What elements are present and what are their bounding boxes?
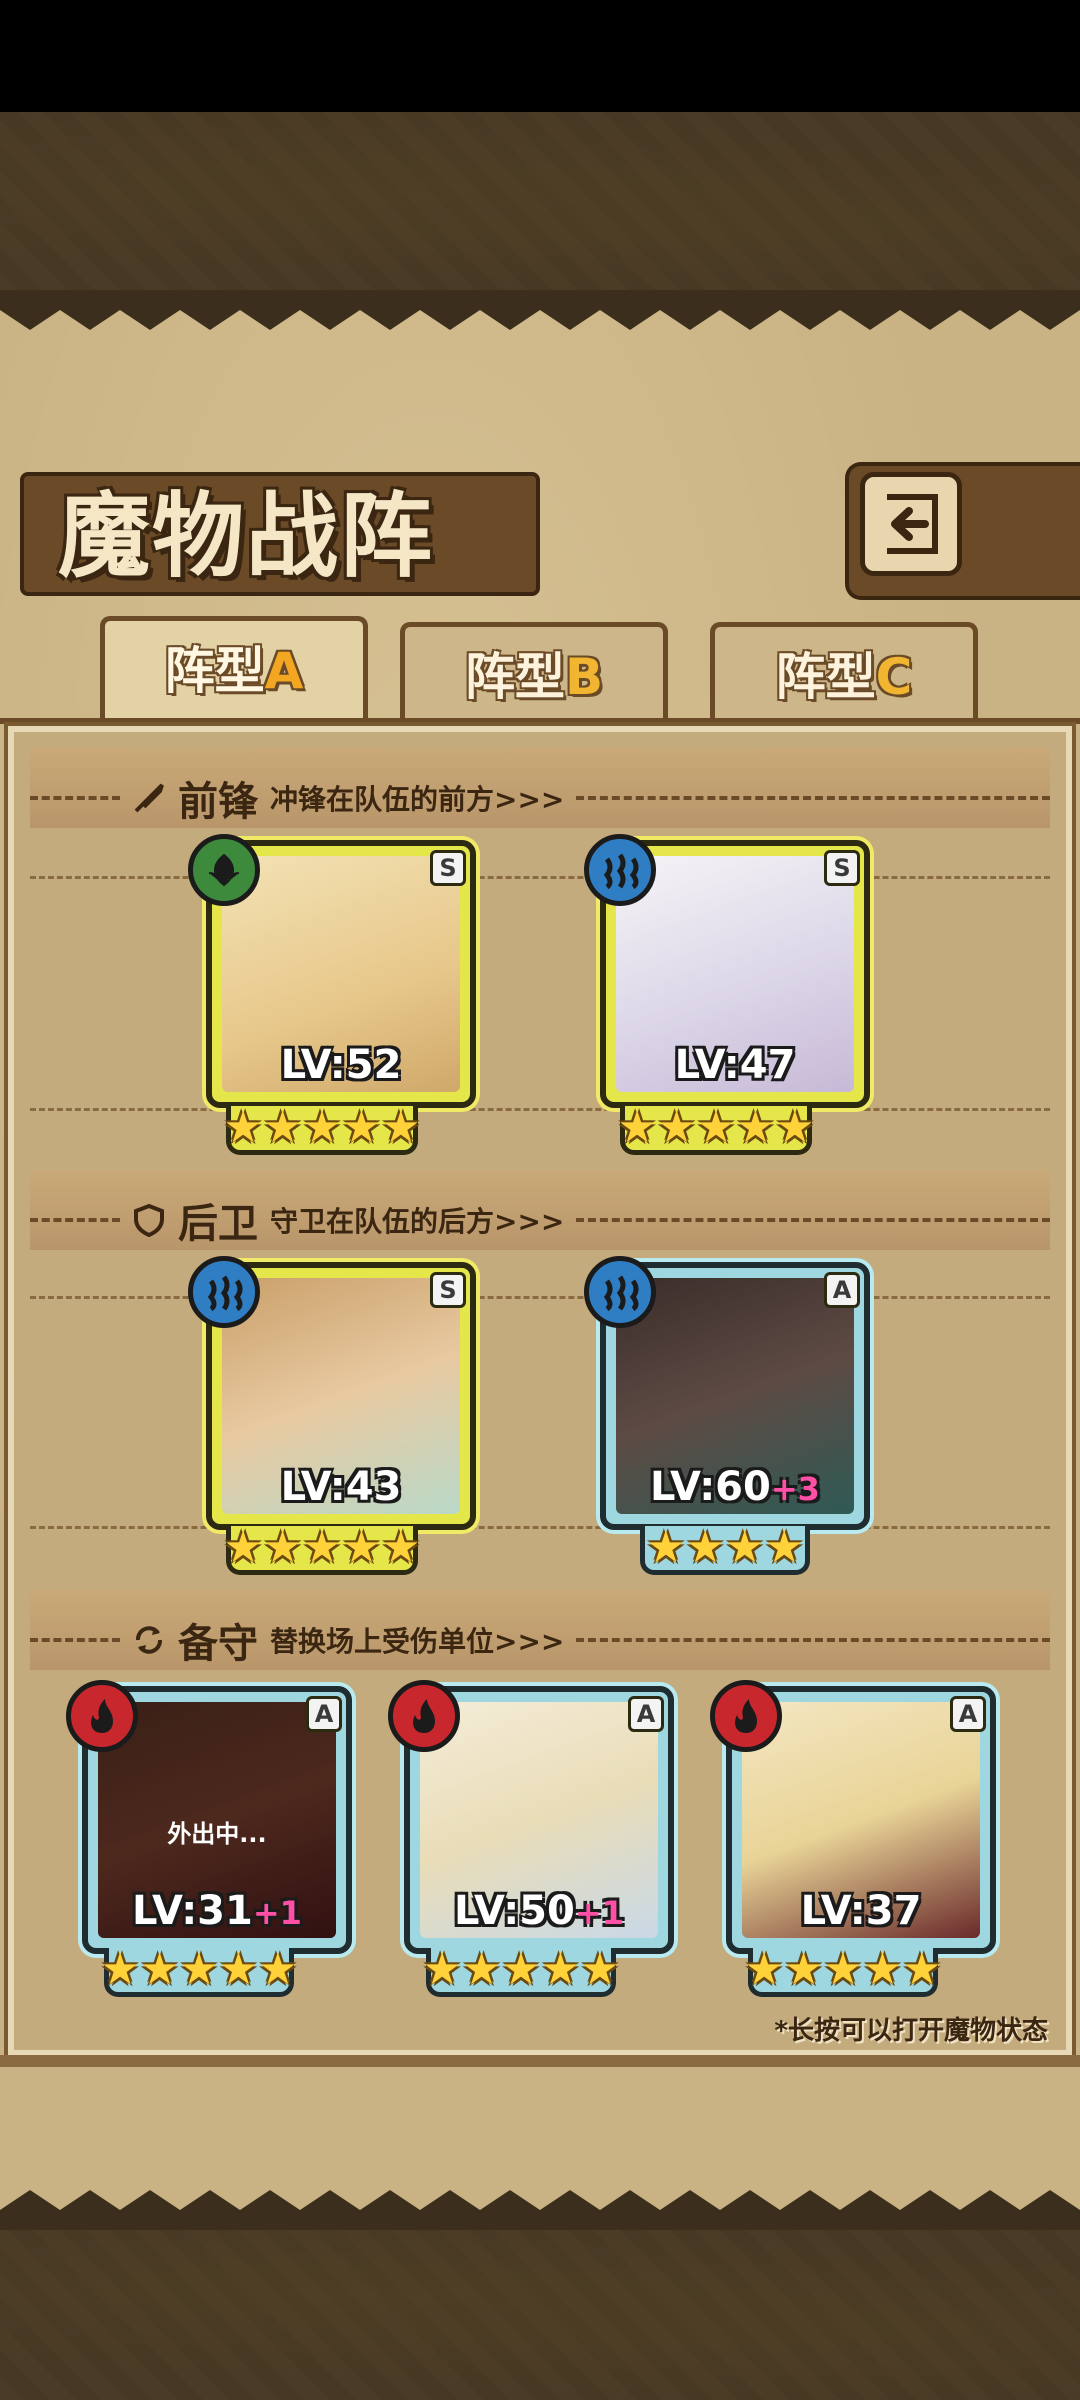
swap-icon [136,1626,162,1654]
away-status: 外出中... [167,1820,267,1848]
long-press-hint: *长按可以打开魔物状态 [774,2016,1048,2046]
rank-badge: A [824,1272,860,1308]
reserve-section-title: 备守 [178,1620,258,1667]
rank-badge: A [628,1696,664,1732]
rank-badge: A [950,1696,986,1732]
tab-formation-c[interactable]: 阵型C [710,622,978,722]
grass-element-icon [188,834,260,906]
back-button[interactable] [860,472,962,576]
water-element-icon [584,1256,656,1328]
water-element-icon [584,834,656,906]
unit-stars: ★★★★★ [100,1944,298,1997]
back-section-desc: 守卫在队伍的后方>>> [270,1205,565,1238]
fire-element-icon [388,1680,460,1752]
row-guide [30,1296,1050,1299]
unit-stars: ★★★★★ [617,1102,815,1155]
unit-stars: ★★★★★ [223,1102,421,1155]
map-background-top [0,112,1080,298]
back-section-title: 后卫 [178,1200,258,1247]
front-section-header: 前锋 冲锋在队伍的前方>>> [30,768,1050,828]
reserve-section-header: 备守 替换场上受伤单位>>> [30,1610,1050,1670]
rank-badge: S [430,1272,466,1308]
map-background-bottom [0,2218,1080,2400]
unit-level: LV:43 [280,1464,402,1510]
fire-element-icon [710,1680,782,1752]
tab-formation-a[interactable]: 阵型A [100,616,368,724]
unit-level: LV:60+3 [650,1464,820,1510]
shield-icon [134,1203,164,1237]
unit-stars: ★★★★★ [744,1944,942,1997]
unit-level: LV:47 [674,1042,796,1088]
row-guide [30,1526,1050,1529]
unit-stars: ★★★★★ [223,1522,421,1575]
unit-stars: ★★★★★ [422,1944,620,1997]
unit-stars: ★★★★ [640,1526,810,1575]
row-guide [30,876,1050,879]
water-element-icon [188,1256,260,1328]
panel-bottom-frame [0,2055,1080,2067]
back-arrow-icon [887,494,938,554]
tab-formation-b[interactable]: 阵型B [400,622,668,722]
unit-level: LV:52 [280,1042,402,1088]
rank-badge: A [306,1696,342,1732]
rank-badge: S [430,850,466,886]
front-section-title: 前锋 [178,778,258,825]
unit-level: LV:50+1 [454,1888,624,1934]
front-section-desc: 冲锋在队伍的前方>>> [270,783,565,816]
fire-element-icon [66,1680,138,1752]
back-section-header: 后卫 守卫在队伍的后方>>> [30,1190,1050,1250]
unit-level: LV:31+1 [132,1888,302,1934]
tab-baseline [0,718,1080,724]
sword-icon [134,783,164,813]
page-title: 魔物战阵 [58,482,435,590]
zigzag-edge-bottom [0,2190,1080,2230]
row-guide [30,1108,1050,1111]
rank-badge: S [824,850,860,886]
unit-level: LV:37 [800,1888,922,1934]
zigzag-edge-top [0,290,1080,330]
reserve-section-desc: 替换场上受伤单位>>> [270,1625,565,1658]
